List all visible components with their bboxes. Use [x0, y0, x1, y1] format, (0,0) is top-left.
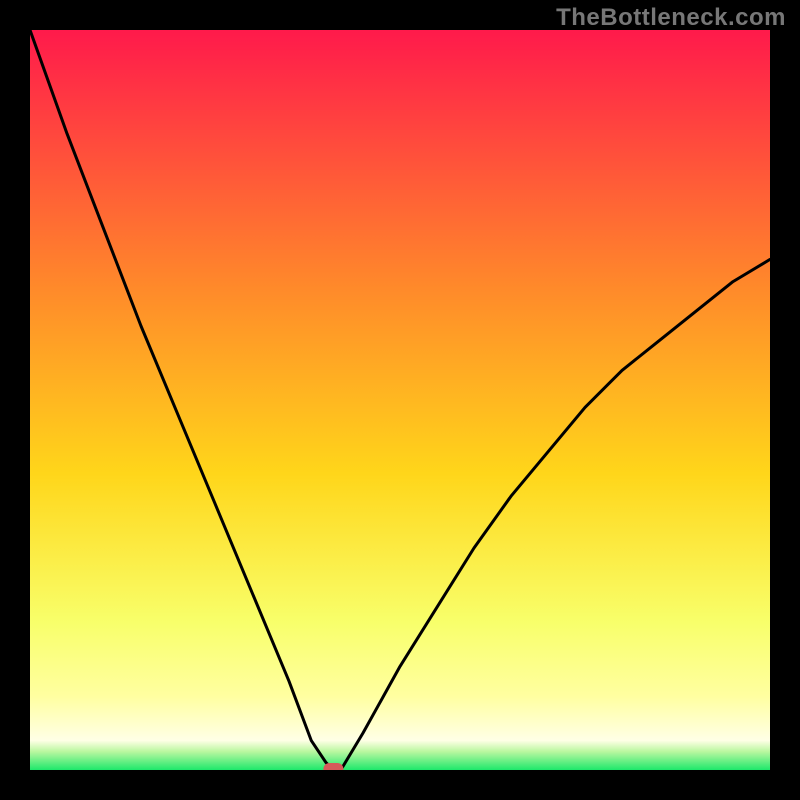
plot-area [30, 30, 770, 770]
chart-svg [30, 30, 770, 770]
optimal-marker [323, 763, 343, 770]
watermark-text: TheBottleneck.com [556, 4, 786, 32]
gradient-background [30, 30, 770, 770]
chart-frame: TheBottleneck.com [0, 0, 800, 800]
